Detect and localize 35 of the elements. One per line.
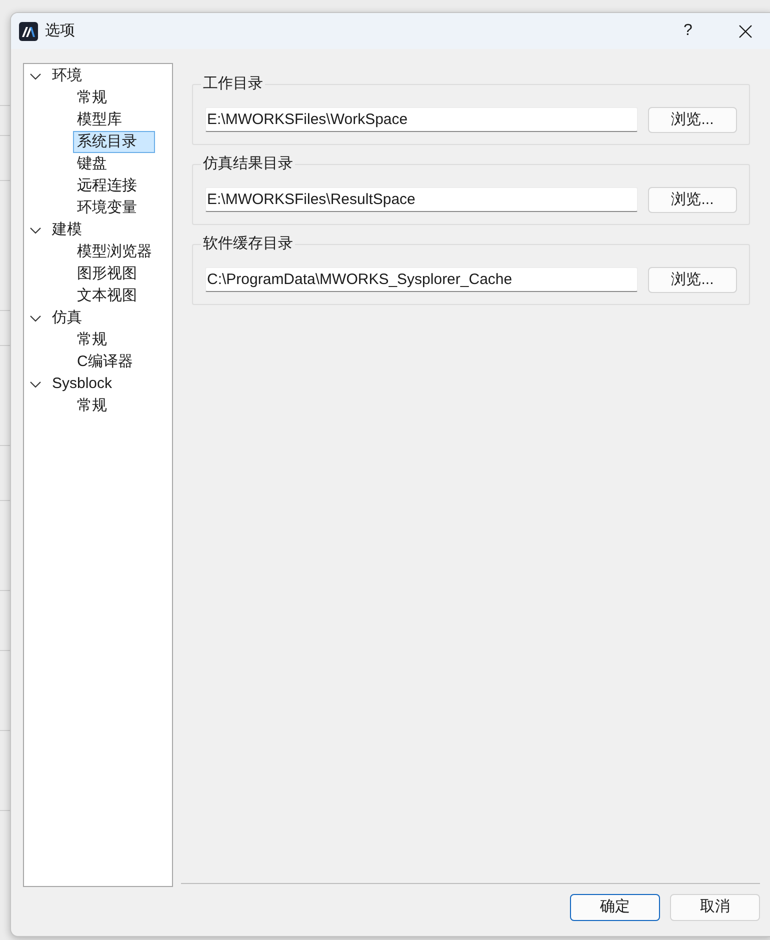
group-title: 工作目录 (201, 75, 265, 93)
tree-item[interactable]: 系统目录 (73, 131, 155, 153)
path-field[interactable]: C:\ProgramData\MWORKS_Sysplorer_Cache (205, 267, 638, 292)
tree-item[interactable]: 模型库 (73, 109, 126, 131)
tree-item[interactable]: C编译器 (73, 351, 137, 373)
tree-item[interactable]: 环境 (48, 65, 86, 87)
tree-item[interactable]: 常规 (73, 87, 111, 109)
path-field[interactable]: E:\MWORKSFiles\ResultSpace (205, 187, 638, 212)
window-title: 选项 (45, 20, 75, 41)
browse-button[interactable]: 浏览... (648, 187, 737, 213)
app-logo-icon (19, 22, 38, 40)
tree-item[interactable]: 常规 (73, 395, 111, 417)
chevron-down-icon[interactable] (30, 312, 41, 324)
close-icon (738, 24, 752, 38)
tree-item[interactable]: 仿真 (48, 307, 86, 329)
browse-button[interactable]: 浏览... (648, 107, 737, 133)
chevron-down-icon[interactable] (30, 378, 41, 390)
dialog-button[interactable]: 取消 (670, 894, 760, 921)
tree-item[interactable]: 模型浏览器 (73, 241, 156, 263)
chevron-down-icon[interactable] (30, 70, 41, 82)
group-title: 软件缓存目录 (201, 235, 295, 253)
tree-item[interactable]: 远程连接 (73, 175, 141, 197)
tree-item[interactable]: 图形视图 (73, 263, 141, 285)
tree-item[interactable]: 建模 (48, 219, 86, 241)
chevron-down-icon[interactable] (30, 224, 41, 236)
dialog-button[interactable]: 确定 (570, 894, 660, 921)
browse-button[interactable]: 浏览... (648, 267, 737, 293)
tree-item[interactable]: 键盘 (73, 153, 111, 175)
path-field[interactable]: E:\MWORKSFiles\WorkSpace (205, 107, 638, 132)
help-button[interactable]: ? (665, 13, 711, 49)
group-title: 仿真结果目录 (201, 155, 295, 173)
tree-item[interactable]: 环境变量 (73, 197, 141, 219)
tree-item[interactable]: 常规 (73, 329, 111, 351)
tree-item[interactable]: 文本视图 (73, 285, 141, 307)
tree-item[interactable]: Sysblock (48, 373, 116, 395)
